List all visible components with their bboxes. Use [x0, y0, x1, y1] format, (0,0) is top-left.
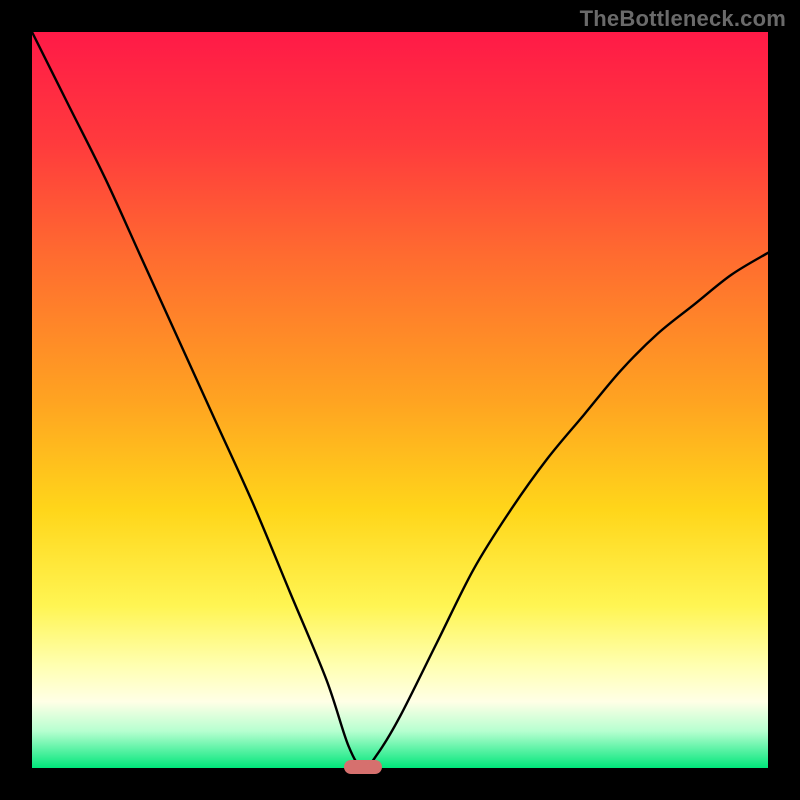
- curve-svg: [32, 32, 768, 768]
- chart-frame: TheBottleneck.com: [0, 0, 800, 800]
- bottleneck-curve-path: [32, 32, 768, 768]
- optimal-point-marker: [344, 760, 382, 774]
- watermark-text: TheBottleneck.com: [580, 6, 786, 32]
- plot-area: [32, 32, 768, 768]
